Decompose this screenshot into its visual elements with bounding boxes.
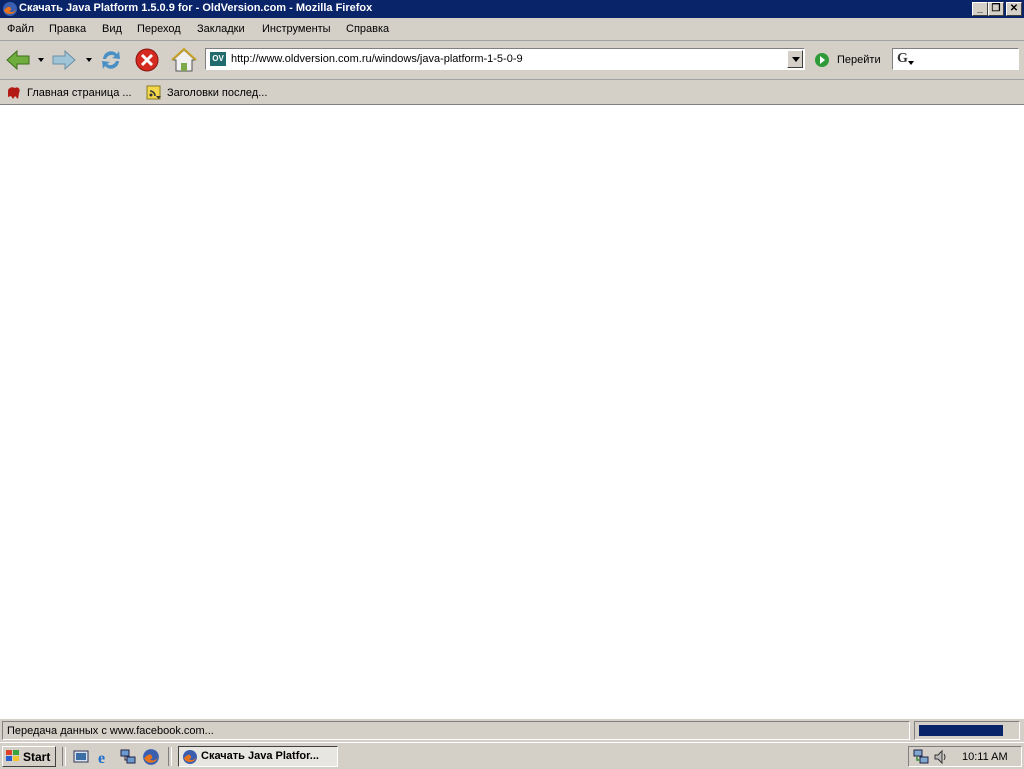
clock: 10:11 AM <box>962 751 1008 763</box>
bookmark-item[interactable]: Главная страница ... <box>6 85 141 101</box>
menu-file[interactable]: Файл <box>7 23 34 35</box>
close-button[interactable]: ✕ <box>1006 2 1022 16</box>
site-favicon: OV <box>210 52 226 66</box>
address-bar[interactable]: OV http://www.oldversion.com.ru/windows/… <box>205 48 805 70</box>
taskbar-divider <box>62 747 66 766</box>
start-button[interactable]: Start <box>2 746 56 767</box>
start-label: Start <box>23 750 51 764</box>
taskbar-window-button[interactable]: Скачать Java Platfor... <box>178 746 338 767</box>
volume-icon[interactable] <box>933 749 949 765</box>
home-icon[interactable] <box>170 46 198 74</box>
bookmarks-toolbar: Главная страница ... Заголовки послед... <box>0 80 1024 105</box>
taskbar-window-label: Скачать Java Platfor... <box>201 750 319 762</box>
minimize-button[interactable]: _ <box>972 2 988 16</box>
firefox-icon <box>3 2 17 16</box>
network-icon[interactable] <box>119 748 137 766</box>
rss-feed-icon <box>146 85 161 100</box>
search-engine-icon[interactable]: G <box>897 51 914 67</box>
go-arrow-icon <box>815 53 829 67</box>
page-content[interactable] <box>0 105 1024 718</box>
url-history-dropdown[interactable] <box>787 50 803 68</box>
menu-edit[interactable]: Правка <box>49 23 86 35</box>
system-tray: 10:11 AM <box>908 746 1022 767</box>
back-history-dropdown[interactable] <box>38 58 44 62</box>
bookmark-label: Главная страница ... <box>27 87 132 99</box>
chevron-down-icon <box>908 61 914 65</box>
stop-icon[interactable] <box>133 46 161 74</box>
window-title: Скачать Java Platform 1.5.0.9 for - OldV… <box>19 2 373 14</box>
title-bar[interactable]: Скачать Java Platform 1.5.0.9 for - OldV… <box>0 0 1024 18</box>
bookmark-item[interactable]: Заголовки послед... <box>146 85 281 101</box>
menu-bar: Файл Правка Вид Переход Закладки Инструм… <box>0 18 1024 41</box>
bookmark-red-icon <box>8 87 20 99</box>
search-box[interactable]: G <box>892 48 1019 70</box>
menu-go[interactable]: Переход <box>137 23 181 35</box>
forward-arrow-icon[interactable] <box>50 46 78 74</box>
back-arrow-icon[interactable] <box>4 46 32 74</box>
bookmark-label: Заголовки послед... <box>167 87 268 99</box>
reload-icon[interactable] <box>97 46 125 74</box>
internet-explorer-icon[interactable]: e <box>96 748 114 766</box>
taskbar-divider <box>168 747 172 766</box>
menu-help[interactable]: Справка <box>346 23 389 35</box>
menu-view[interactable]: Вид <box>102 23 122 35</box>
taskbar: Start e Скачать Java Platfor... 10:11 AM <box>0 742 1024 769</box>
network-tray-icon[interactable] <box>913 749 929 765</box>
go-label: Перейти <box>837 54 881 66</box>
firefox-icon[interactable] <box>142 748 160 766</box>
url-text[interactable]: http://www.oldversion.com.ru/windows/jav… <box>231 53 523 65</box>
windows-logo-icon <box>6 750 19 761</box>
svg-text:e: e <box>98 750 105 766</box>
navigation-toolbar: OV http://www.oldversion.com.ru/windows/… <box>0 41 1024 80</box>
menu-bookmarks[interactable]: Закладки <box>197 23 245 35</box>
status-bar: Передача данных с www.facebook.com... <box>0 718 1024 743</box>
firefox-icon <box>183 750 197 764</box>
status-text: Передача данных с www.facebook.com... <box>2 721 910 740</box>
chevron-down-icon <box>792 57 800 62</box>
menu-tools[interactable]: Инструменты <box>262 23 331 35</box>
forward-history-dropdown[interactable] <box>86 58 92 62</box>
progress-fill <box>919 725 1003 736</box>
show-desktop-icon[interactable] <box>72 748 90 766</box>
progress-bar <box>914 721 1020 740</box>
restore-button[interactable]: ❐ <box>988 2 1004 16</box>
